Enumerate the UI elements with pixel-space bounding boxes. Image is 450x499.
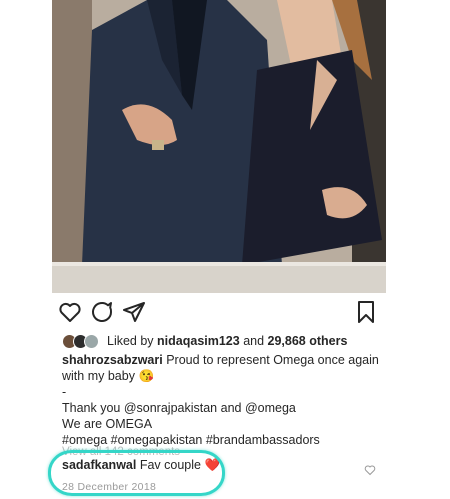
avatar (84, 333, 99, 349)
liked-by-joiner: and (239, 334, 268, 348)
heart-outline-icon[interactable] (58, 300, 82, 324)
caption-line-1: Proud to represent Omega once again (162, 353, 379, 367)
caption-line-2: with my baby (62, 369, 135, 383)
comment-heart-icon[interactable] (364, 463, 376, 476)
mention-sonrajpakistan[interactable]: @sonrajpakistan (124, 401, 217, 415)
action-bar (58, 300, 380, 326)
thank-you-text: Thank you (62, 401, 124, 415)
paper-plane-icon[interactable] (122, 300, 146, 324)
bookmark-icon[interactable] (354, 300, 378, 324)
likes-summary: Liked by nidaqasim123 and 29,868 others (107, 334, 347, 348)
comment-highlight-circle (48, 450, 225, 496)
caption-username[interactable]: shahrozsabzwari (62, 353, 163, 367)
liked-by-prefix: Liked by (107, 334, 158, 348)
mention-omega[interactable]: @omega (245, 401, 296, 415)
caption-we-are: We are OMEGA (62, 417, 153, 431)
speech-bubble-icon[interactable] (90, 300, 114, 324)
liked-by-username[interactable]: nidaqasim123 (157, 334, 240, 348)
post-caption: shahrozsabzwari Proud to represent Omega… (62, 352, 382, 448)
thank-joiner: and (217, 401, 245, 415)
post-photo-illustration (52, 0, 386, 293)
post-photo[interactable] (52, 0, 386, 293)
kiss-emoji-icon: 😘 (138, 369, 155, 383)
liked-by-count[interactable]: 29,868 others (268, 334, 348, 348)
caption-dash: - (62, 385, 67, 399)
liker-avatars[interactable] (62, 333, 99, 349)
likes-row: Liked by nidaqasim123 and 29,868 others (62, 332, 347, 350)
